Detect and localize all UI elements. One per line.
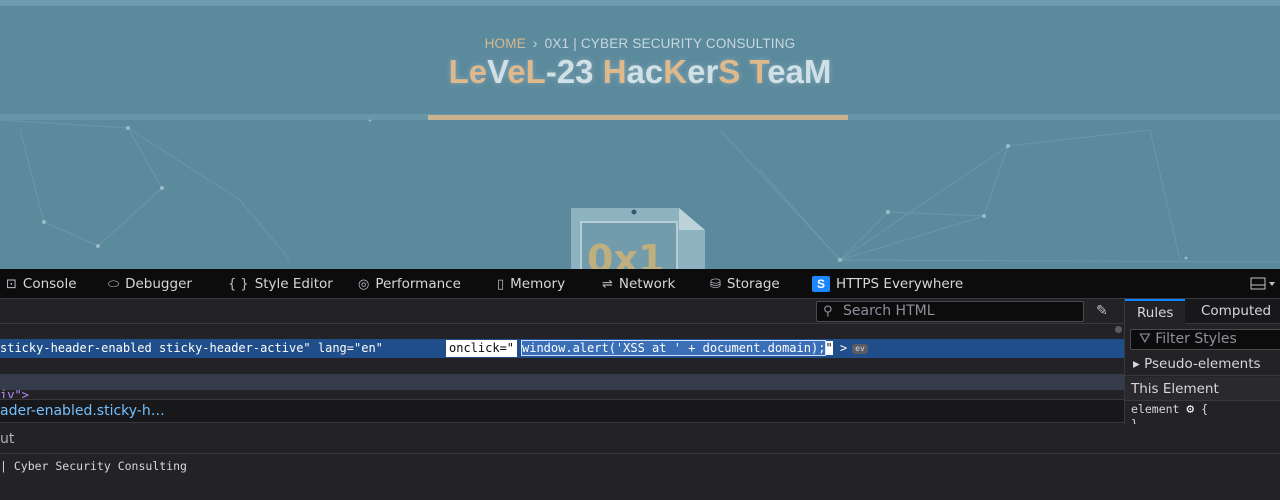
markup-node-line[interactable]: iv"> (0, 388, 29, 398)
gear-icon[interactable]: ⚙ (1186, 402, 1194, 417)
tab-network[interactable]: ⇌ Network (602, 269, 675, 299)
hero-title-part: er (687, 53, 719, 90)
hero-title-part: Le (448, 53, 488, 90)
onclick-attribute-name[interactable]: onclick=" (446, 340, 518, 357)
hero-title-part: -23 (545, 53, 603, 90)
site-breadcrumb: HOME › 0X1 | CYBER SECURITY CONSULTING (0, 36, 1280, 51)
tab-storage[interactable]: ⛁ Storage (710, 269, 780, 299)
element-rule[interactable]: element ⚙ { } (1131, 402, 1208, 424)
breadcrumb-current: 0X1 | CYBER SECURITY CONSULTING (544, 36, 796, 51)
logo-text: 0x1 (587, 237, 664, 269)
devtools-toolbar: ⊡ Console ⬭ Debugger { } Style Editor ◎ Perf… (0, 269, 1280, 299)
hero-title-part: eaM (767, 53, 832, 90)
breadcrumb-node[interactable]: ader-enabled.sticky-h… (0, 403, 165, 419)
hero-title-part: V (487, 53, 508, 90)
tab-memory[interactable]: ▯ Memory (497, 269, 565, 299)
breadcrumb-home-link[interactable]: HOME (485, 36, 526, 51)
rule-brace-open: { (1201, 402, 1209, 416)
devtools-panel: ⊡ Console ⬭ Debugger { } Style Editor ◎ Perf… (0, 269, 1280, 500)
hovered-node-line[interactable] (0, 374, 1124, 390)
console-input-label[interactable]: ut (0, 431, 14, 447)
expand-triangle-icon: ▸ (1133, 356, 1145, 372)
memory-icon: ▯ (497, 276, 505, 292)
tab-label: Storage (726, 276, 780, 292)
attr-close-quote: " (825, 341, 833, 355)
rule-brace-close: } (1131, 417, 1138, 424)
selected-node-line[interactable]: sticky-header-enabled sticky-header-acti… (0, 339, 1124, 358)
hero-title-part: ac (626, 53, 664, 90)
hero-title-part: K (663, 53, 688, 90)
search-placeholder: Search HTML (843, 303, 935, 319)
tab-label: HTTPS Everywhere (836, 276, 964, 292)
scrollbar-thumb[interactable] (1115, 326, 1122, 333)
tab-performance[interactable]: ◎ Performance (358, 269, 461, 299)
rules-sidebar: Rules Computed ⛛ Filter Styles ▸ Pseudo-… (1124, 299, 1280, 424)
console-output: | Cyber Security Consulting (0, 455, 1280, 500)
tab-https-everywhere[interactable]: S HTTPS Everywhere (812, 269, 963, 299)
node-breadcrumbs: ader-enabled.sticky-h… (0, 399, 1124, 423)
console-icon: ⊡ (6, 276, 17, 292)
tab-console[interactable]: ⊡ Console (6, 269, 77, 299)
hero-title-part: S (718, 53, 741, 90)
https-everywhere-icon: S (812, 276, 830, 292)
hero-title: LeVeL-23 HacKerS TeaM (0, 53, 1280, 91)
filter-placeholder: Filter Styles (1155, 331, 1237, 347)
hero-title-part: eL (507, 53, 546, 90)
tab-label: Style Editor (254, 276, 333, 292)
tab-debugger[interactable]: ⬭ Debugger (108, 269, 192, 299)
inspector-search-row: ⚲ Search HTML ✎ (0, 299, 1124, 324)
this-element-header: This Element (1125, 377, 1280, 401)
site-logo: 0x1 (571, 208, 705, 269)
search-icon: ⚲ (823, 304, 833, 319)
eyedropper-icon[interactable]: ✎ (1096, 303, 1108, 319)
console-message: | Cyber Security Consulting (0, 459, 187, 473)
web-page-viewport: HOME › 0X1 | CYBER SECURITY CONSULTING LeV… (0, 0, 1280, 269)
tab-label: Console (22, 276, 77, 292)
tag-close: > (839, 341, 848, 355)
element-selector: element (1131, 402, 1180, 416)
style-editor-icon: { } (228, 276, 249, 292)
node-attributes: sticky-header-enabled sticky-header-acti… (0, 341, 383, 355)
tab-rules[interactable]: Rules (1125, 299, 1186, 324)
sidebar-tabs: Rules Computed (1125, 299, 1280, 324)
title-underline (428, 115, 848, 120)
hero-title-part: T (749, 53, 768, 90)
tab-label: Memory (510, 276, 566, 292)
event-badge[interactable]: ev (852, 343, 868, 354)
debugger-icon: ⬭ (108, 276, 120, 292)
attr-value-text: window.alert('XSS at ' + document.domain… (520, 340, 827, 356)
tab-style-editor[interactable]: { } Style Editor (228, 269, 333, 299)
tab-label: Performance (375, 276, 461, 292)
onclick-attribute-value[interactable]: window.alert('XSS at ' + document.domain… (520, 340, 868, 357)
pseudo-label: Pseudo-elements (1144, 356, 1261, 372)
dock-options-icon[interactable] (1250, 277, 1276, 291)
tab-label: Network (618, 276, 676, 292)
tab-label: Debugger (125, 276, 192, 292)
breadcrumb-separator: › (532, 36, 538, 51)
hero-title-part: H (602, 53, 627, 90)
performance-icon: ◎ (358, 276, 370, 292)
pseudo-elements-toggle[interactable]: ▸ Pseudo-elements (1125, 352, 1280, 376)
storage-icon: ⛁ (710, 276, 721, 292)
tab-computed[interactable]: Computed (1201, 299, 1271, 324)
filter-icon: ⛛ (1139, 331, 1156, 347)
split-console-toolbar: ut (0, 424, 1280, 454)
network-icon: ⇌ (602, 276, 613, 292)
search-html-input[interactable]: ⚲ Search HTML (816, 301, 1084, 322)
filter-styles-input[interactable]: ⛛ Filter Styles (1130, 329, 1280, 350)
